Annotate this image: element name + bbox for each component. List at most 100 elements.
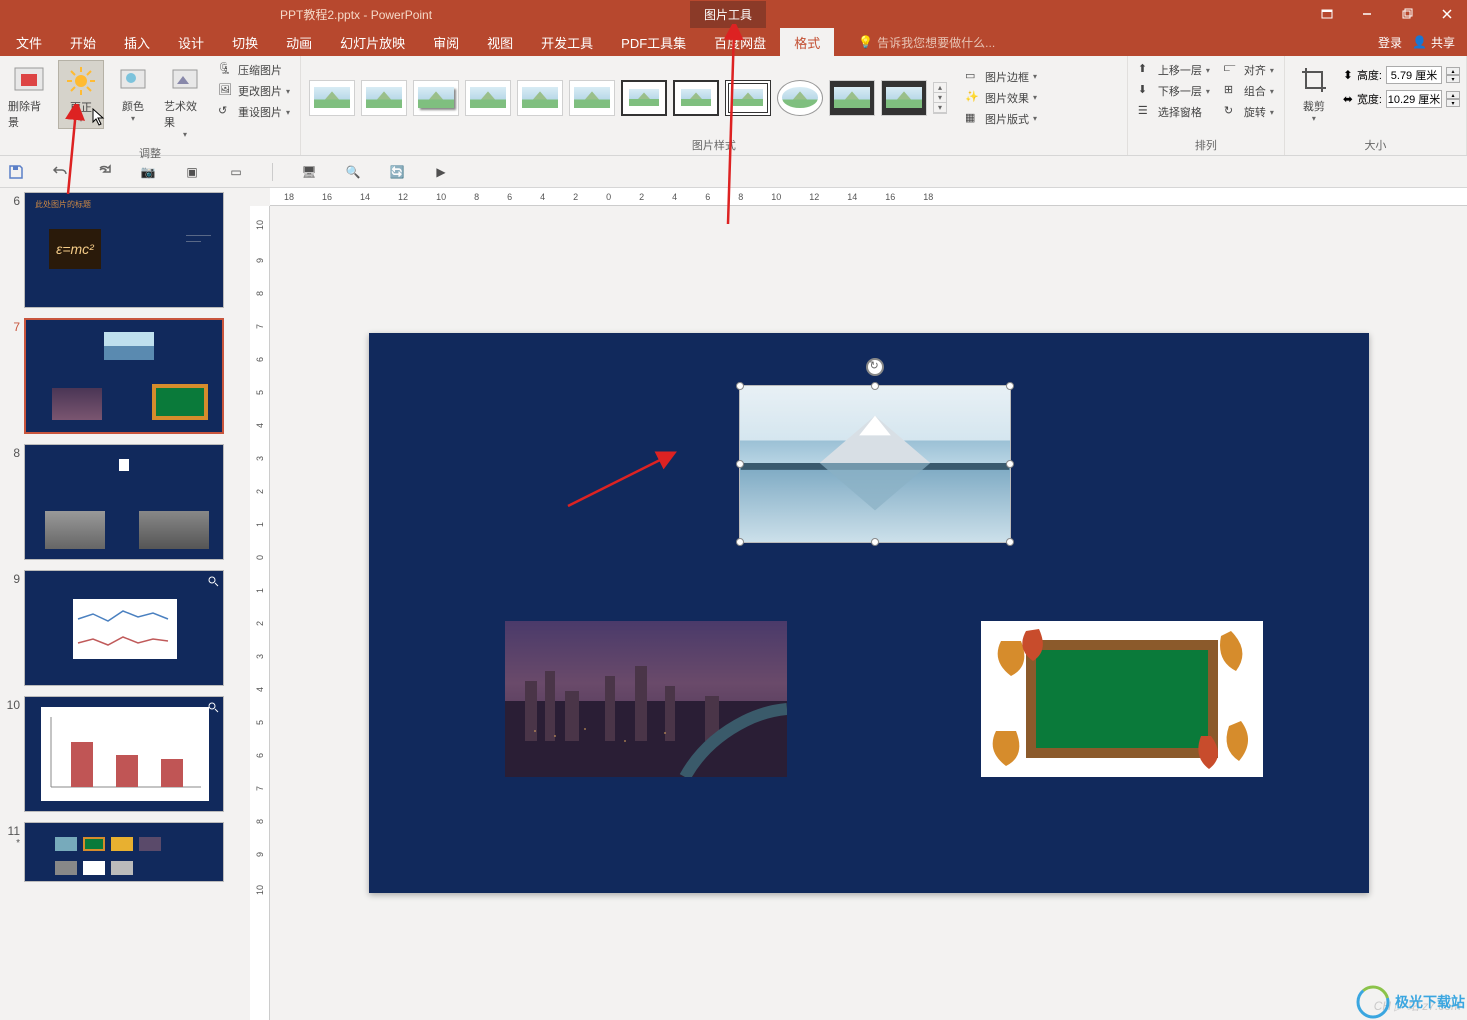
thumbnail-slide-9[interactable]: 9 <box>4 570 250 686</box>
thumbnail-slide-7[interactable]: 7 <box>4 318 250 434</box>
resize-handle-nw[interactable] <box>736 382 744 390</box>
reset-picture-button[interactable]: ↺重设图片▾ <box>214 102 294 122</box>
picture-border-button[interactable]: ▭图片边框▾ <box>961 67 1041 87</box>
tab-slideshow[interactable]: 幻灯片放映 <box>326 28 419 57</box>
crop-icon <box>1298 64 1330 96</box>
compress-pictures-button[interactable]: 🗜压缩图片 <box>214 60 294 80</box>
thumbnail-slide-6[interactable]: 6 此处图片的标题 ε=mc² ———————— <box>4 192 250 308</box>
login-link[interactable]: 登录 <box>1378 34 1402 51</box>
close-icon[interactable] <box>1427 0 1467 28</box>
align-button[interactable]: ⫍对齐▾ <box>1220 60 1278 80</box>
image-chalkboard[interactable] <box>981 621 1263 777</box>
style-thumb-1[interactable] <box>309 80 355 116</box>
redo-icon[interactable] <box>96 164 112 180</box>
qat-9-icon[interactable]: 🔄 <box>389 164 405 180</box>
style-thumb-4[interactable] <box>465 80 511 116</box>
gallery-scrollbar[interactable]: ▴▾▾ <box>933 82 947 114</box>
style-thumb-3[interactable] <box>413 80 459 116</box>
resize-handle-s[interactable] <box>871 538 879 546</box>
picture-effects-button[interactable]: ✨图片效果▾ <box>961 88 1041 108</box>
remove-background-button[interactable]: 删除背景 <box>6 60 52 134</box>
thumbnail-slide-10[interactable]: 10 <box>4 696 250 812</box>
change-picture-button[interactable]: 🖼更改图片▾ <box>214 81 294 101</box>
resize-handle-n[interactable] <box>871 382 879 390</box>
width-icon: ⬌ <box>1343 92 1353 106</box>
tab-home[interactable]: 开始 <box>56 28 110 57</box>
minimize-icon[interactable] <box>1347 0 1387 28</box>
current-slide[interactable] <box>369 333 1369 893</box>
style-thumb-10[interactable] <box>777 80 823 116</box>
picture-layout-button[interactable]: ▦图片版式▾ <box>961 109 1041 129</box>
qat-6-icon[interactable]: ▭ <box>228 164 244 180</box>
thumbnail-slide-11[interactable]: 11 <box>4 822 250 882</box>
share-button[interactable]: 👤共享 <box>1412 34 1455 51</box>
height-spin-down[interactable]: ▾ <box>1446 75 1460 83</box>
tab-insert[interactable]: 插入 <box>110 28 164 57</box>
tab-pdf[interactable]: PDF工具集 <box>607 28 700 57</box>
rotate-handle[interactable] <box>866 358 884 376</box>
resize-handle-sw[interactable] <box>736 538 744 546</box>
qat-7-icon[interactable]: 🖥 <box>301 164 317 180</box>
restore-icon[interactable] <box>1387 0 1427 28</box>
tab-design[interactable]: 设计 <box>164 28 218 57</box>
group-arrange: ⬆上移一层▾ ⬇下移一层▾ ☰选择窗格 ⫍对齐▾ ⊞组合▾ ↻旋转▾ 排列 <box>1128 56 1285 155</box>
style-thumb-2[interactable] <box>361 80 407 116</box>
style-thumb-12[interactable] <box>881 80 927 116</box>
width-input[interactable] <box>1386 90 1442 108</box>
resize-handle-w[interactable] <box>736 460 744 468</box>
crop-button[interactable]: 裁剪 ▾ <box>1291 60 1337 127</box>
qat-4-icon[interactable]: 📷 <box>140 164 156 180</box>
width-spin-up[interactable]: ▴ <box>1446 91 1460 99</box>
undo-icon[interactable] <box>52 164 68 180</box>
context-tab-picture-tools[interactable]: 图片工具 <box>690 1 766 28</box>
style-thumb-11[interactable] <box>829 80 875 116</box>
vertical-ruler[interactable]: 10987654321012345678910 <box>250 206 270 1020</box>
resize-handle-e[interactable] <box>1006 460 1014 468</box>
bring-forward-icon: ⬆ <box>1138 62 1154 78</box>
selected-image-mountain[interactable] <box>739 385 1011 543</box>
layout-icon: ▦ <box>965 111 981 127</box>
width-label: 宽度: <box>1357 91 1382 107</box>
tab-developer[interactable]: 开发工具 <box>527 28 607 57</box>
tab-review[interactable]: 审阅 <box>419 28 473 57</box>
style-thumb-7[interactable] <box>621 80 667 116</box>
rotate-button[interactable]: ↻旋转▾ <box>1220 102 1278 122</box>
color-button[interactable]: 颜色 ▾ <box>110 60 156 127</box>
artistic-effects-button[interactable]: 艺术效果 ▾ <box>162 60 208 143</box>
style-thumb-6[interactable] <box>569 80 615 116</box>
style-thumb-5[interactable] <box>517 80 563 116</box>
tab-transitions[interactable]: 切换 <box>218 28 272 57</box>
qat-10-icon[interactable]: ▶ <box>433 164 449 180</box>
save-icon[interactable] <box>8 164 24 180</box>
resize-handle-ne[interactable] <box>1006 382 1014 390</box>
resize-handle-se[interactable] <box>1006 538 1014 546</box>
slide-thumbnails-panel[interactable]: 6 此处图片的标题 ε=mc² ———————— 7 8 9 <box>0 188 250 1020</box>
thumbnail-slide-8[interactable]: 8 <box>4 444 250 560</box>
tab-animations[interactable]: 动画 <box>272 28 326 57</box>
chevron-down-icon: ▾ <box>1312 114 1316 123</box>
slide-canvas[interactable] <box>270 206 1467 1020</box>
tab-format[interactable]: 格式 <box>780 28 834 57</box>
bring-forward-button[interactable]: ⬆上移一层▾ <box>1134 60 1214 80</box>
tab-baidu[interactable]: 百度网盘 <box>700 28 780 57</box>
width-spin-down[interactable]: ▾ <box>1446 99 1460 107</box>
selection-pane-button[interactable]: ☰选择窗格 <box>1134 102 1214 122</box>
horizontal-ruler[interactable]: 18161412108642024681012141618 <box>270 188 1467 206</box>
align-icon: ⫍ <box>1224 62 1240 78</box>
qat-8-icon[interactable]: 🔍 <box>345 164 361 180</box>
ribbon-display-options-icon[interactable] <box>1307 0 1347 28</box>
tab-file[interactable]: 文件 <box>2 28 56 57</box>
send-backward-button[interactable]: ⬇下移一层▾ <box>1134 81 1214 101</box>
height-input[interactable] <box>1386 66 1442 84</box>
style-thumb-9[interactable] <box>725 80 771 116</box>
tell-me-search[interactable]: 💡 告诉我您想要做什么... <box>858 34 995 51</box>
style-thumb-8[interactable] <box>673 80 719 116</box>
qat-5-icon[interactable]: ▣ <box>184 164 200 180</box>
picture-styles-gallery[interactable]: ▴▾▾ <box>307 76 949 120</box>
group-button[interactable]: ⊞组合▾ <box>1220 81 1278 101</box>
image-cityscape[interactable] <box>505 621 787 777</box>
height-spin-up[interactable]: ▴ <box>1446 67 1460 75</box>
tab-view[interactable]: 视图 <box>473 28 527 57</box>
slide-editor: 18161412108642024681012141618 1098765432… <box>250 188 1467 1020</box>
send-backward-icon: ⬇ <box>1138 83 1154 99</box>
